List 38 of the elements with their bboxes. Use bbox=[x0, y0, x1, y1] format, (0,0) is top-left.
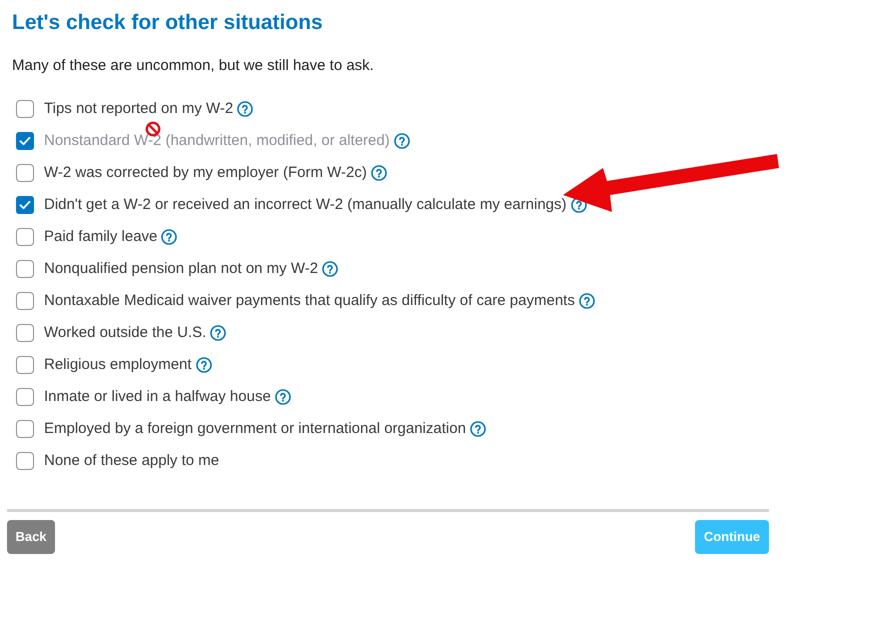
checkmark-icon bbox=[19, 200, 31, 210]
back-button[interactable]: Back bbox=[7, 520, 55, 554]
option-label: Employed by a foreign government or international organization bbox=[44, 418, 466, 439]
checkmark-icon bbox=[19, 136, 31, 146]
option-label: Inmate or lived in a halfway house bbox=[44, 386, 271, 407]
option-label: None of these apply to me bbox=[44, 450, 220, 471]
option-label: Worked outside the U.S. bbox=[44, 322, 206, 343]
help-icon[interactable] bbox=[161, 229, 178, 245]
option-label: Didn't get a W-2 or received an incorrect W-2 (manually calculate my earnings) bbox=[44, 194, 567, 215]
checkbox[interactable] bbox=[16, 420, 34, 438]
checkbox[interactable] bbox=[16, 196, 34, 214]
page-subtitle: Many of these are uncommon, but we still have to ask. bbox=[11, 56, 375, 76]
checkbox[interactable] bbox=[16, 164, 34, 182]
checkbox[interactable] bbox=[16, 356, 34, 374]
help-icon[interactable] bbox=[237, 101, 254, 117]
checkbox[interactable] bbox=[16, 228, 34, 246]
option-label: W-2 was corrected by my employer (Form W-2c) bbox=[44, 162, 367, 183]
help-icon[interactable] bbox=[322, 261, 338, 277]
help-icon[interactable] bbox=[578, 293, 595, 309]
option-label: Nonstandard W-2 (handwritten, modified, or altered) bbox=[44, 130, 390, 151]
help-icon[interactable] bbox=[274, 389, 291, 405]
option-label: Nonqualified pension plan not on my W-2 bbox=[44, 258, 318, 279]
help-icon[interactable] bbox=[210, 325, 226, 341]
option-label: Paid family leave bbox=[44, 226, 158, 247]
checkbox[interactable] bbox=[16, 324, 34, 342]
option-label: Tips not reported on my W-2 bbox=[44, 98, 234, 119]
checkbox[interactable] bbox=[16, 292, 34, 310]
option-label: Religious employment bbox=[44, 354, 192, 375]
checkbox[interactable] bbox=[16, 388, 34, 406]
page-title: Let's check for other situations bbox=[11, 10, 324, 36]
checkbox[interactable] bbox=[16, 452, 34, 470]
checkbox[interactable] bbox=[16, 100, 34, 118]
help-icon[interactable] bbox=[196, 357, 212, 373]
help-icon[interactable] bbox=[470, 421, 486, 437]
option-label: Nontaxable Medicaid waiver payments that qualify as difficulty of care payments bbox=[44, 290, 575, 311]
continue-button[interactable]: Continue bbox=[695, 520, 769, 554]
help-icon[interactable] bbox=[370, 165, 387, 181]
checkbox[interactable] bbox=[16, 260, 34, 278]
